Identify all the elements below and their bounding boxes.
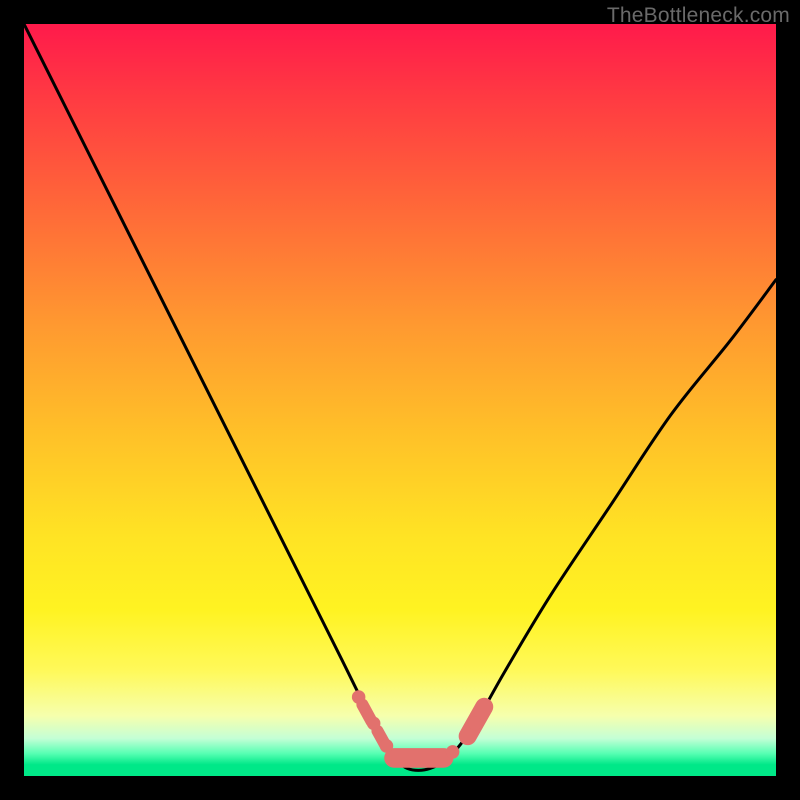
curve-marker bbox=[468, 717, 482, 731]
bottleneck-curve-path bbox=[24, 24, 776, 770]
capsule-group bbox=[362, 705, 484, 758]
curve-marker bbox=[380, 739, 394, 753]
plot-area bbox=[24, 24, 776, 776]
curve-marker bbox=[352, 690, 366, 704]
watermark-text: TheBottleneck.com bbox=[607, 4, 790, 28]
chart-frame: TheBottleneck.com bbox=[0, 0, 800, 800]
bottleneck-curve-svg bbox=[24, 24, 776, 776]
curve-marker bbox=[367, 717, 381, 731]
curve-marker bbox=[446, 745, 460, 759]
curve-group bbox=[24, 24, 776, 770]
